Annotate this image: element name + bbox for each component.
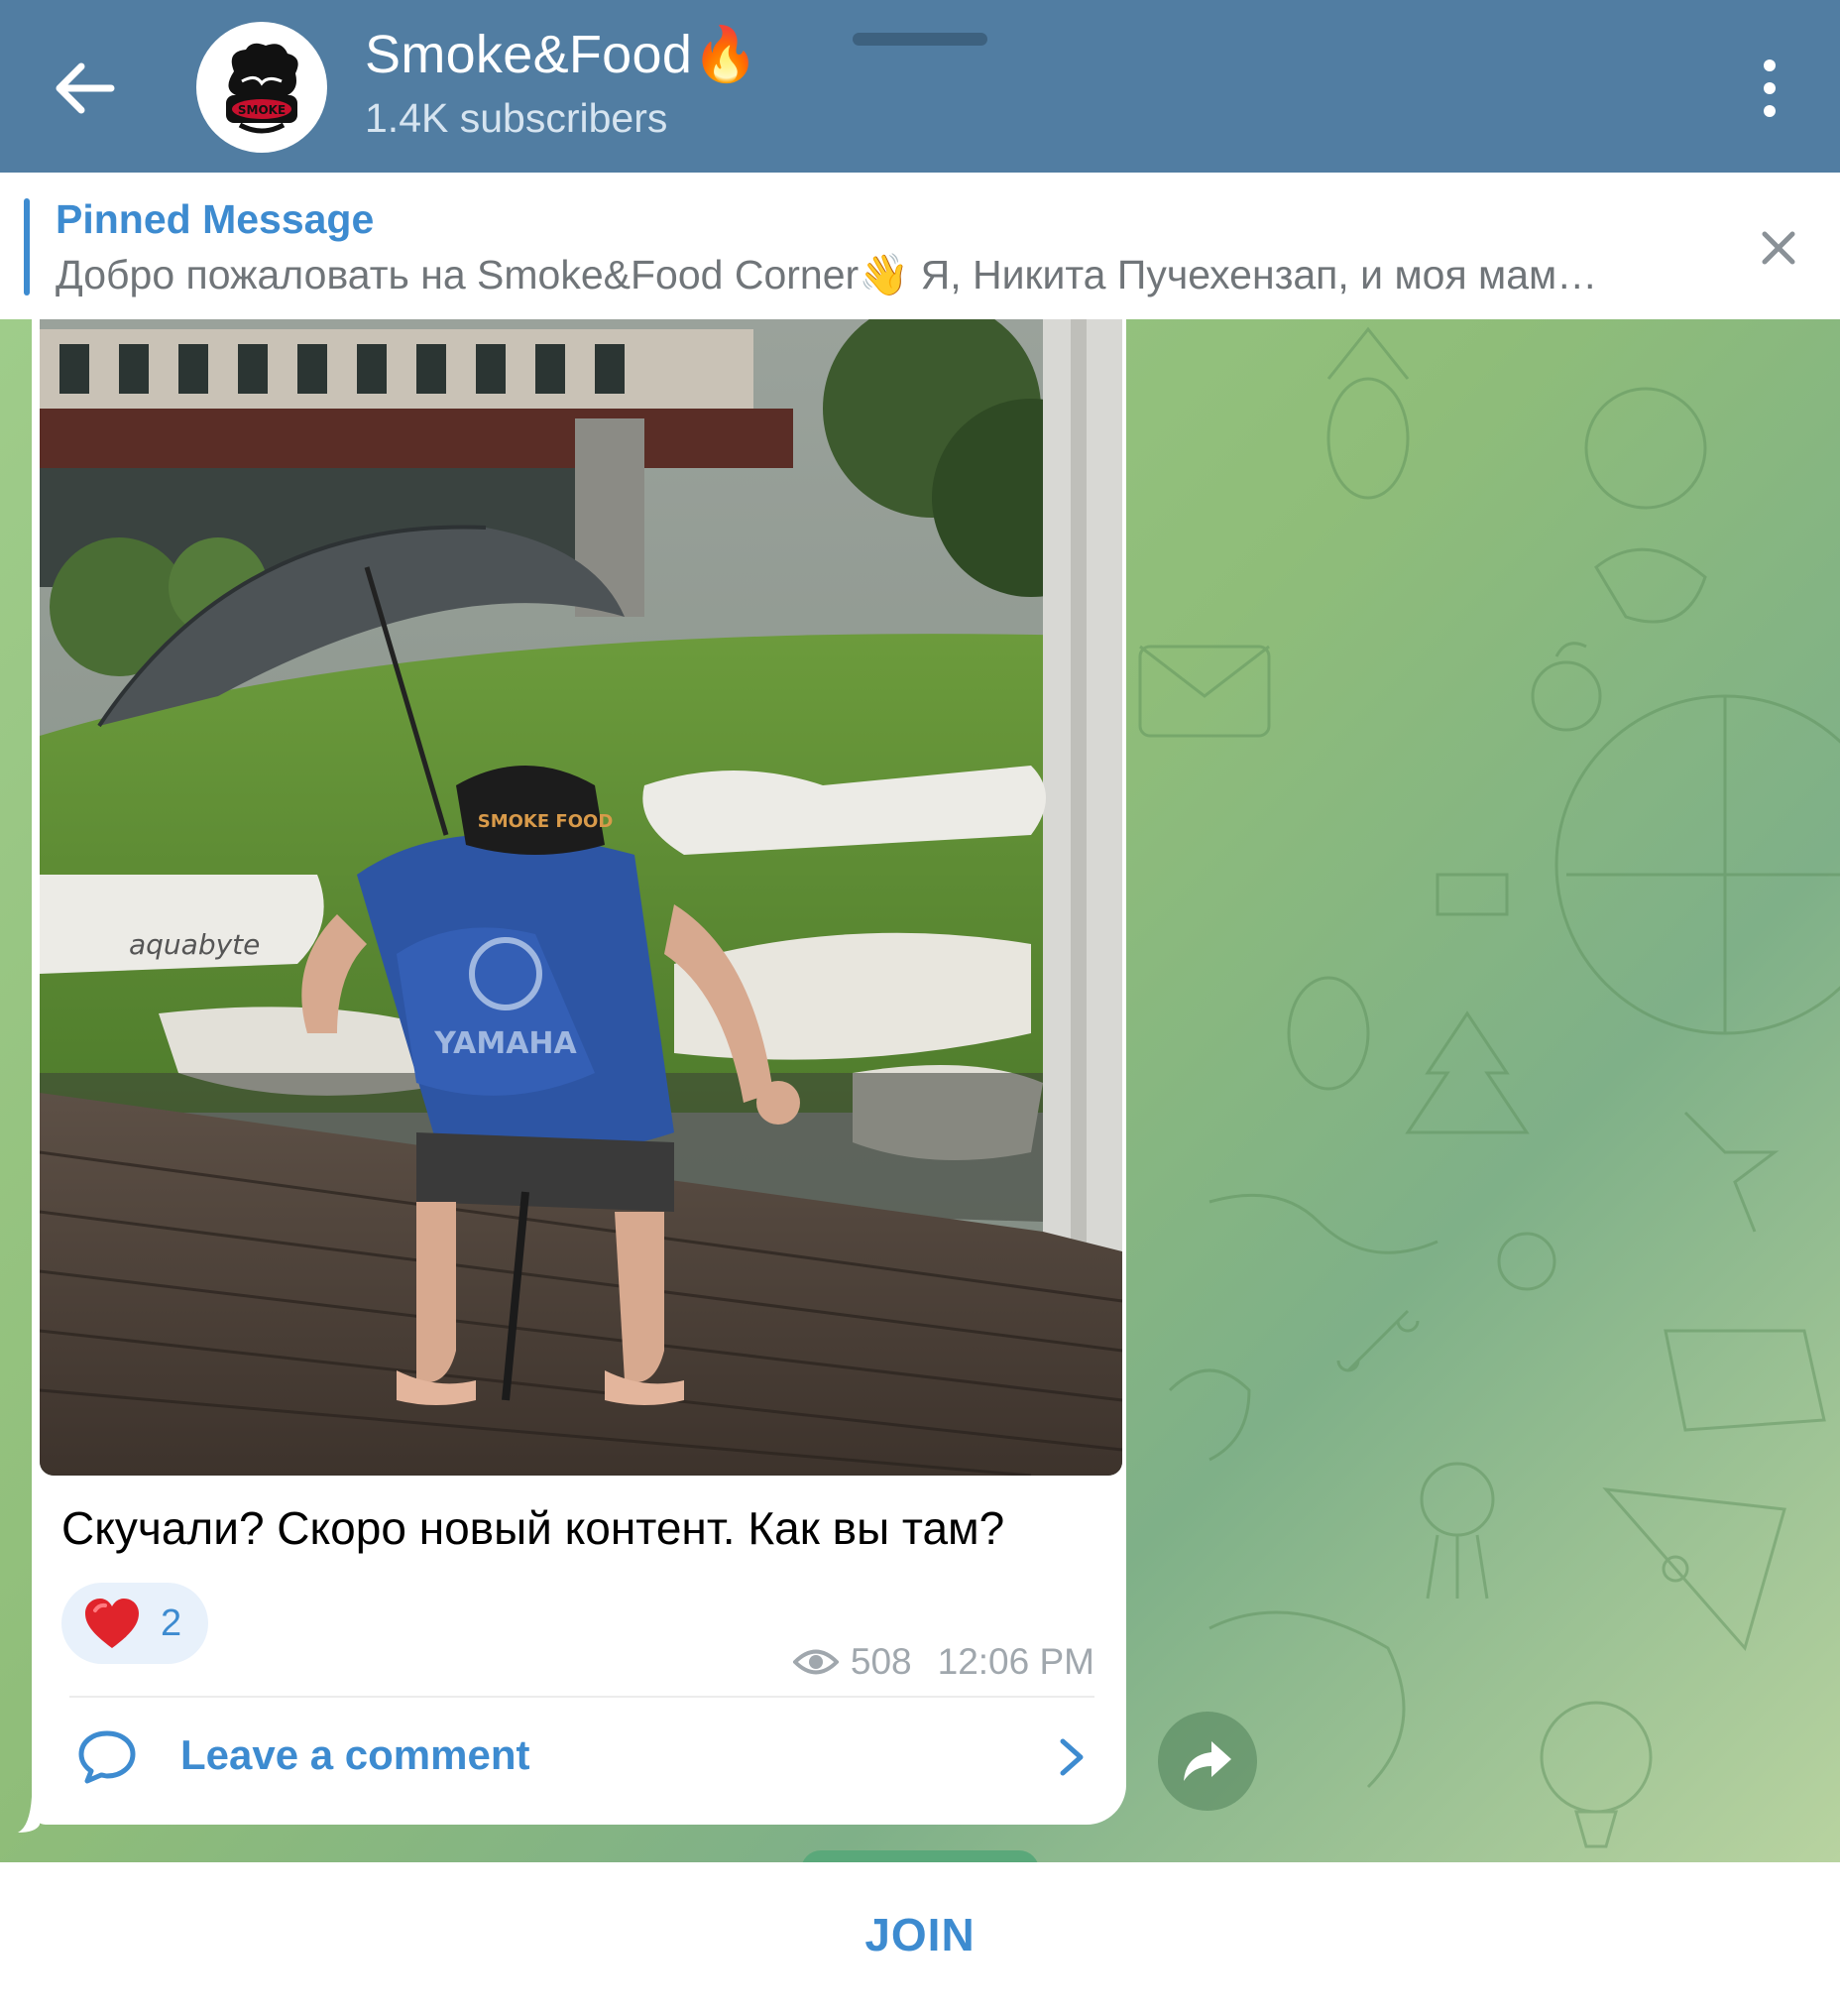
reaction-count: 2 — [161, 1602, 182, 1644]
comment-divider — [69, 1696, 1094, 1698]
pinned-title: Pinned Message — [56, 196, 375, 242]
share-arrow-icon — [1184, 1741, 1231, 1781]
leave-comment-label: Leave a comment — [180, 1731, 530, 1778]
post-time: 12:06 PM — [937, 1641, 1094, 1682]
back-button[interactable] — [40, 44, 129, 133]
leave-comment-button[interactable]: Leave a comment — [32, 1700, 1126, 1811]
chevron-right-icon — [1060, 1738, 1084, 1776]
channel-title[interactable]: Smoke&Food🔥 — [365, 24, 759, 86]
vertical-dots-icon — [1764, 59, 1776, 117]
arrow-left-icon — [56, 62, 115, 114]
eye-icon — [792, 1649, 839, 1675]
scroll-indicator — [801, 1850, 1039, 1862]
channel-post[interactable]: aquabyte YAMAHA SMOKE FOOD Скучали? Скор… — [32, 319, 1126, 1825]
cap-brand-text: SMOKE FOOD — [478, 811, 614, 832]
pinned-indicator — [24, 198, 30, 296]
channel-avatar[interactable]: SMOKE — [196, 22, 327, 153]
view-count: 508 — [850, 1641, 912, 1682]
vest-brand-text: YAMAHA — [433, 1026, 577, 1061]
bottom-bar: JOIN — [0, 1862, 1840, 2016]
drag-handle[interactable] — [853, 33, 987, 46]
share-button[interactable] — [1158, 1712, 1257, 1811]
pinned-message-bar[interactable]: Pinned Message Добро пожаловать на Smoke… — [0, 173, 1840, 320]
heart-icon — [85, 1599, 139, 1648]
svg-text:SMOKE: SMOKE — [238, 103, 286, 117]
close-icon — [1762, 231, 1795, 265]
chat-area[interactable]: aquabyte YAMAHA SMOKE FOOD Скучали? Скор… — [0, 319, 1840, 1862]
post-photo-image: aquabyte YAMAHA SMOKE FOOD — [40, 319, 1122, 1476]
close-pinned-button[interactable] — [1755, 224, 1802, 272]
smoke-food-logo: SMOKE — [226, 43, 298, 134]
join-button[interactable]: JOIN — [0, 1908, 1840, 1961]
pinned-text: Добро пожаловать на Smoke&Food Corner👋 Я… — [56, 252, 1598, 297]
fire-emoji: 🔥 — [692, 25, 759, 84]
more-options-button[interactable] — [1745, 54, 1794, 123]
boat-brand-text: aquabyte — [129, 928, 260, 961]
heart-reaction-button[interactable]: 2 — [61, 1583, 208, 1664]
app-header: SMOKE Smoke&Food🔥 1.4K subscribers — [0, 0, 1840, 173]
comment-bubble-icon — [78, 1730, 136, 1784]
post-meta: 508 12:06 PM — [792, 1638, 1094, 1686]
bubble-tail — [18, 1797, 40, 1833]
post-photo[interactable]: aquabyte YAMAHA SMOKE FOOD — [40, 319, 1122, 1476]
post-caption: Скучали? Скоро новый контент. Как вы там… — [61, 1502, 1005, 1554]
subscriber-count: 1.4K subscribers — [365, 95, 668, 141]
channel-title-text: Smoke&Food — [365, 25, 693, 84]
